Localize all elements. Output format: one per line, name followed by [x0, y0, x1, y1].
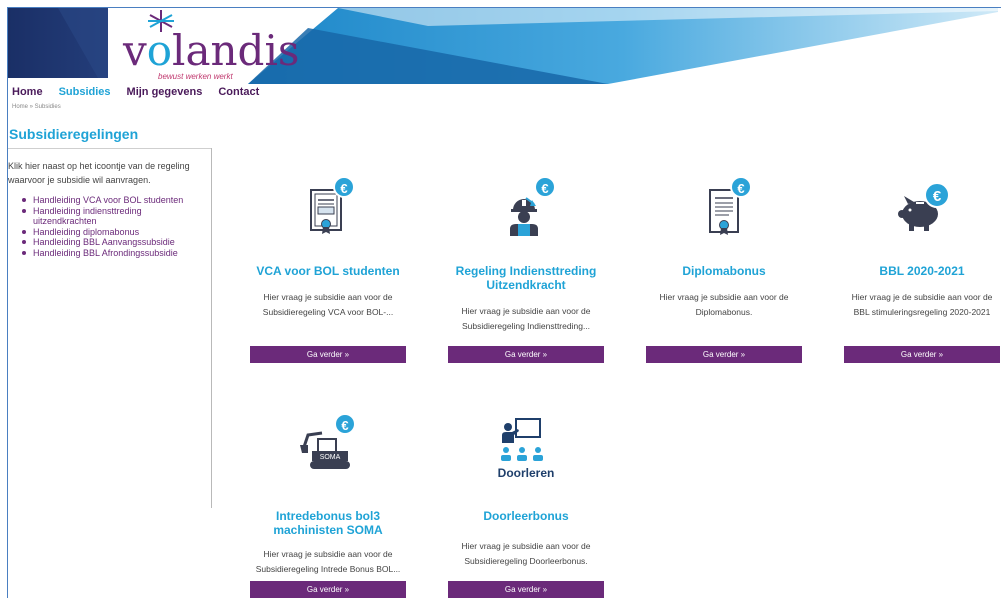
logo-tagline: bewust werken werkt	[158, 72, 233, 81]
card-title[interactable]: Diplomabonus	[646, 264, 802, 278]
card-description: Hier vraag je subsidie aan voor de Subsi…	[461, 306, 591, 331]
card-description: Hier vraag je de subsidie aan voor de BB…	[851, 292, 993, 317]
sidebar-link-indiensttreding[interactable]: Handleiding indiensttreding uitzendkrach…	[22, 206, 206, 227]
certificate-euro-icon[interactable]: €	[288, 176, 368, 256]
doorleren-label: Doorleren	[498, 466, 555, 480]
diploma-euro-icon[interactable]: €	[684, 176, 764, 256]
excavator-euro-icon[interactable]: SOMA €	[288, 413, 368, 493]
ga-verder-button[interactable]: Ga verder »	[646, 346, 802, 363]
card-vca: € VCA voor BOL studenten Hier vraag je s…	[250, 176, 406, 363]
ga-verder-button[interactable]: Ga verder »	[448, 346, 604, 363]
header-banner: volandis bewust werken werkt	[8, 8, 1001, 84]
sidebar-divider	[8, 148, 212, 149]
card-description: Hier vraag je subsidie aan voor de Subsi…	[262, 292, 394, 317]
ga-verder-button[interactable]: Ga verder »	[844, 346, 1000, 363]
worker-euro-icon[interactable]: €	[486, 176, 566, 256]
nav-home[interactable]: Home	[12, 86, 43, 98]
sidebar-links: Handleiding VCA voor BOL studenten Handl…	[22, 195, 212, 258]
euro-badge: €	[730, 176, 752, 198]
ga-verder-button[interactable]: Ga verder »	[250, 581, 406, 598]
euro-badge: €	[924, 182, 950, 208]
nav-subsidies[interactable]: Subsidies	[59, 86, 111, 98]
card-title[interactable]: BBL 2020-2021	[844, 264, 1000, 278]
sidebar-link-vca[interactable]: Handleiding VCA voor BOL studenten	[22, 195, 206, 206]
euro-badge: €	[334, 413, 356, 435]
ga-verder-button[interactable]: Ga verder »	[448, 581, 604, 598]
card-description: Hier vraag je subsidie aan voor de Diplo…	[659, 292, 789, 317]
nav-mijn-gegevens[interactable]: Mijn gegevens	[127, 86, 203, 98]
sidebar-link-bbl-afronding[interactable]: Handleiding BBL Afrondingssubsidie	[22, 248, 206, 259]
main-nav: Home Subsidies Mijn gegevens Contact	[12, 86, 275, 98]
card-title[interactable]: Regeling Indiensttreding Uitzendkracht	[448, 264, 604, 292]
page-frame: volandis bewust werken werkt Home Subsid…	[7, 7, 1001, 598]
sidebar-link-diplomabonus[interactable]: Handleiding diplomabonus	[22, 227, 206, 238]
card-title[interactable]: Doorleerbonus	[448, 509, 604, 523]
teacher-class-icon[interactable]: Doorleren	[490, 413, 562, 485]
card-diplomabonus: € Diplomabonus Hier vraag je subsidie aa…	[646, 176, 802, 363]
card-indiensttreding: € Regeling Indiensttreding Uitzendkracht…	[448, 176, 604, 363]
soma-label: SOMA	[320, 454, 341, 461]
breadcrumb[interactable]: Home » Subsidies	[12, 104, 61, 110]
sidebar-title: Subsidieregelingen	[9, 126, 139, 142]
card-description: Hier vraag je subsidie aan voor de Subsi…	[461, 541, 591, 566]
card-doorleerbonus: Doorleren Doorleerbonus Hier vraag je su…	[448, 413, 604, 598]
card-bbl: € BBL 2020-2021 Hier vraag je de subsidi…	[844, 176, 1000, 363]
sidebar-link-bbl-aanvang[interactable]: Handleiding BBL Aanvangssubsidie	[22, 237, 206, 248]
logo[interactable]: volandis	[123, 30, 299, 72]
card-intredebonus: SOMA € Intredebonus bol3 machinisten SOM…	[250, 413, 406, 598]
ga-verder-button[interactable]: Ga verder »	[250, 346, 406, 363]
content-divider	[211, 148, 212, 508]
piggybank-euro-icon[interactable]: €	[882, 176, 962, 256]
euro-badge: €	[333, 176, 355, 198]
card-description: Hier vraag je subsidie aan voor de Subsi…	[255, 549, 401, 574]
sidebar: Subsidieregelingen Klik hier naast op he…	[8, 126, 212, 258]
card-title[interactable]: Intredebonus bol3 machinisten SOMA	[250, 509, 406, 537]
nav-contact[interactable]: Contact	[218, 86, 259, 98]
sidebar-intro: Klik hier naast op het icoontje van de r…	[8, 161, 190, 185]
card-title[interactable]: VCA voor BOL studenten	[250, 264, 406, 278]
euro-badge: €	[534, 176, 556, 198]
